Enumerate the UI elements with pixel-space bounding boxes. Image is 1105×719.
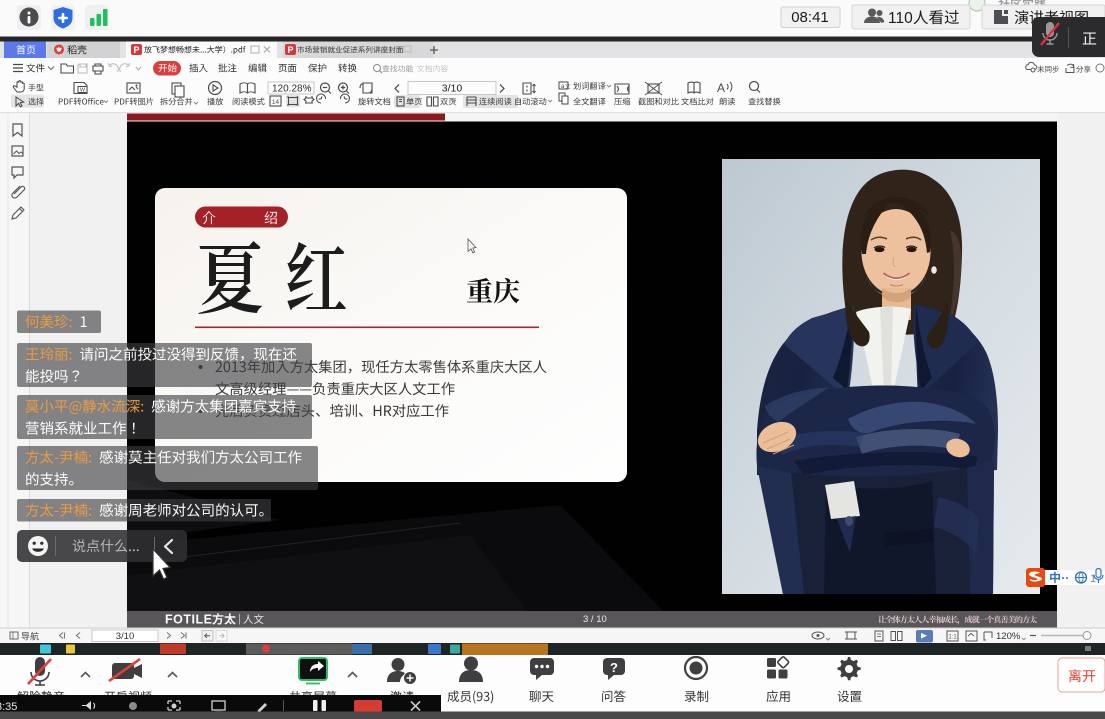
- svg-text:08:41: 08:41: [791, 9, 829, 26]
- svg-text:120.28%: 120.28%: [272, 84, 312, 95]
- svg-text:FOTILE: FOTILE: [165, 613, 212, 627]
- svg-text:文: 文: [565, 83, 571, 91]
- svg-text:A: A: [717, 81, 725, 95]
- svg-text:120%: 120%: [996, 631, 1021, 642]
- svg-text:1:1: 1:1: [948, 635, 957, 641]
- svg-text:1: 1: [1090, 573, 1096, 585]
- svg-text:W: W: [80, 88, 86, 94]
- svg-text:110: 110: [888, 10, 913, 27]
- svg-text:P: P: [133, 45, 139, 55]
- svg-text:P: P: [287, 45, 293, 55]
- svg-text:3/10: 3/10: [116, 631, 135, 642]
- svg-text:3:35: 3:35: [0, 701, 17, 713]
- svg-text:3/10: 3/10: [442, 83, 463, 95]
- svg-text:14: 14: [272, 99, 280, 106]
- svg-text:?: ?: [610, 660, 618, 675]
- svg-text:3 / 10: 3 / 10: [583, 614, 607, 625]
